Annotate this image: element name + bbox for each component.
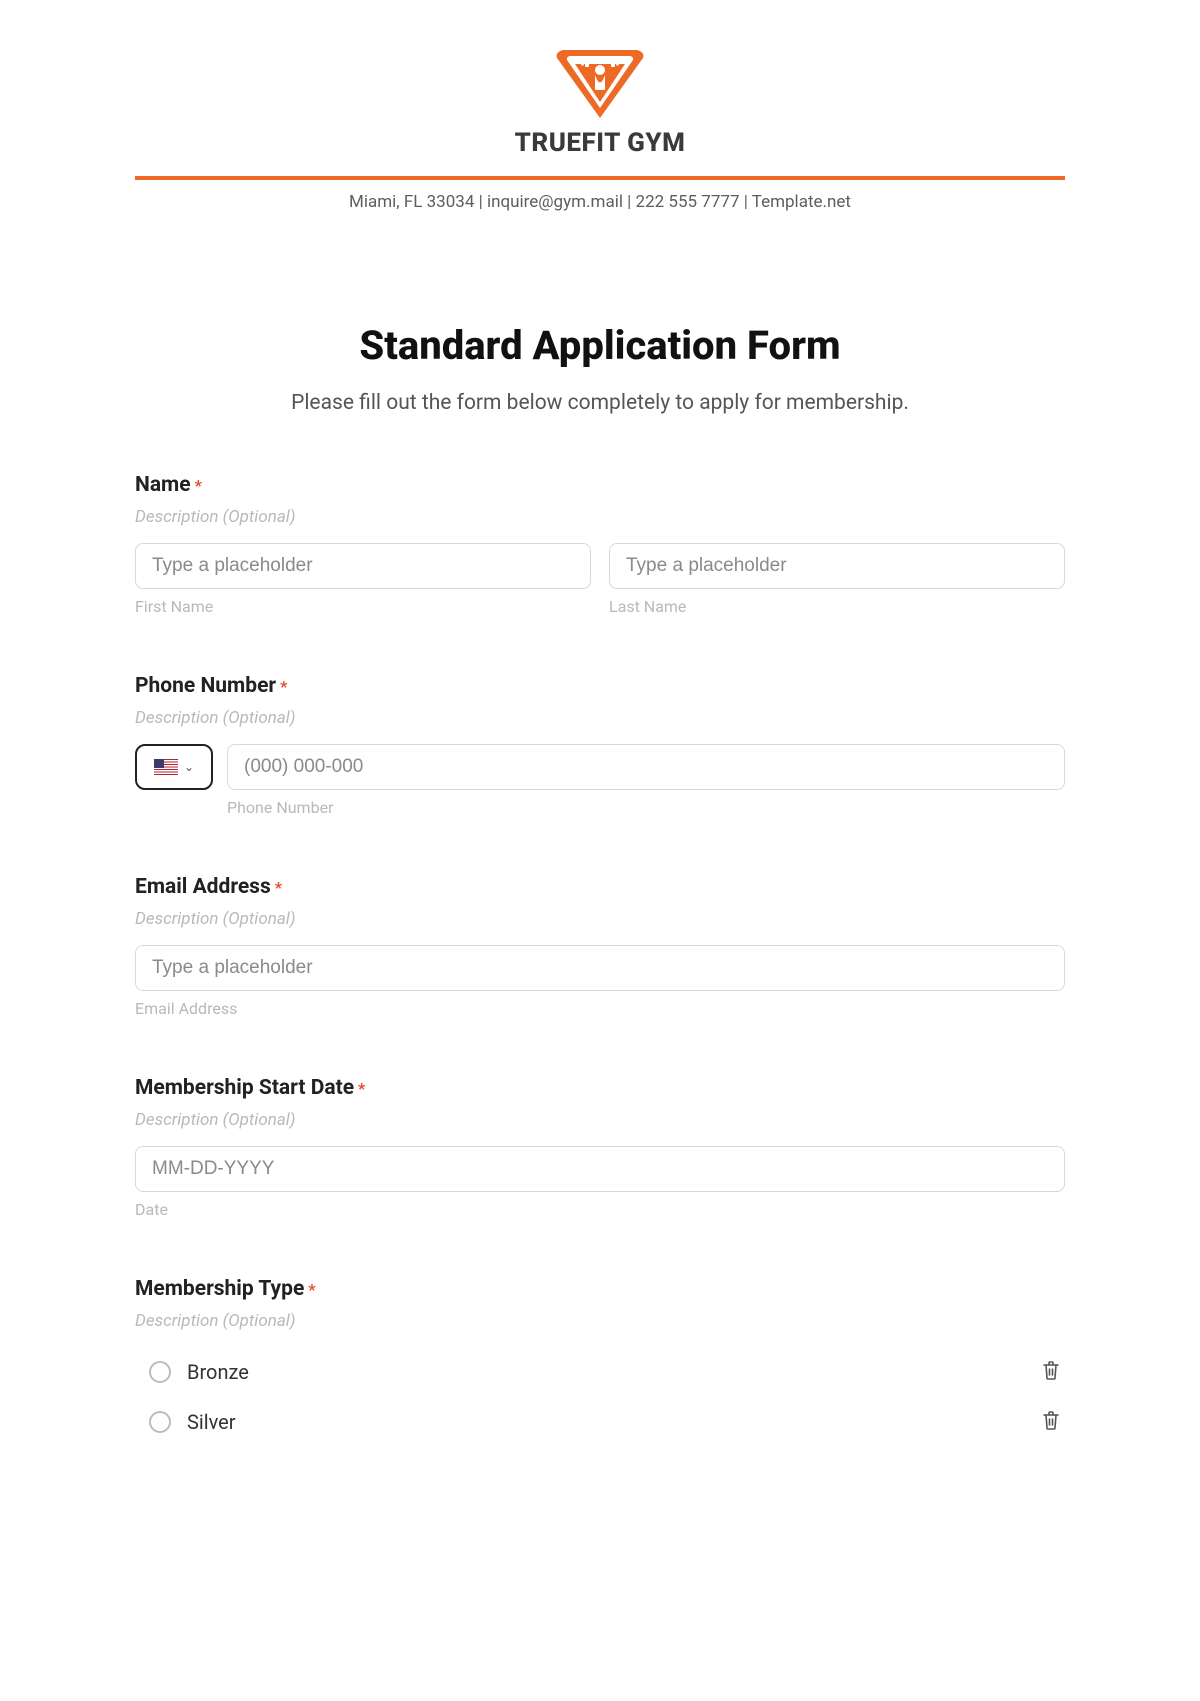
logo-block: TRUEFIT GYM	[135, 40, 1065, 158]
gym-logo-icon	[545, 40, 655, 120]
email-sublabel: Email Address	[135, 999, 1065, 1018]
start-label: Membership Start Date	[135, 1076, 354, 1100]
brand-name: TRUEFIT GYM	[135, 128, 1065, 158]
membership-desc[interactable]: Description (Optional)	[135, 1311, 1065, 1331]
required-mark: *	[280, 677, 287, 696]
delete-option-silver[interactable]	[1037, 1405, 1065, 1439]
phone-desc[interactable]: Description (Optional)	[135, 708, 1065, 728]
chevron-down-icon: ⌄	[184, 760, 194, 774]
email-input[interactable]	[135, 945, 1065, 991]
required-mark: *	[275, 878, 282, 897]
email-desc[interactable]: Description (Optional)	[135, 909, 1065, 929]
required-mark: *	[308, 1280, 315, 1299]
trash-icon	[1041, 1359, 1061, 1381]
required-mark: *	[358, 1079, 365, 1098]
country-select[interactable]: ⌄	[135, 744, 213, 790]
radio-silver[interactable]	[149, 1411, 171, 1433]
trash-icon	[1041, 1409, 1061, 1431]
field-name: Name * Description (Optional) First Name…	[135, 473, 1065, 616]
radio-bronze[interactable]	[149, 1361, 171, 1383]
membership-label: Membership Type	[135, 1277, 304, 1301]
last-name-sublabel: Last Name	[609, 597, 1065, 616]
start-sublabel: Date	[135, 1200, 1065, 1219]
field-start-date: Membership Start Date * Description (Opt…	[135, 1076, 1065, 1219]
radio-silver-label: Silver	[187, 1410, 236, 1434]
start-desc[interactable]: Description (Optional)	[135, 1110, 1065, 1130]
last-name-input[interactable]	[609, 543, 1065, 589]
radio-item-bronze: Bronze	[135, 1347, 1065, 1397]
radio-item-silver: Silver	[135, 1397, 1065, 1447]
first-name-sublabel: First Name	[135, 597, 591, 616]
phone-label: Phone Number	[135, 674, 276, 698]
page-title: Standard Application Form	[135, 322, 1065, 369]
phone-sublabel: Phone Number	[227, 798, 1065, 817]
name-label: Name	[135, 473, 191, 497]
field-phone: Phone Number * Description (Optional) ⌄ …	[135, 674, 1065, 817]
contact-line: Miami, FL 33034 | inquire@gym.mail | 222…	[135, 192, 1065, 212]
header-divider	[135, 176, 1065, 180]
delete-option-bronze[interactable]	[1037, 1355, 1065, 1389]
field-email: Email Address * Description (Optional) E…	[135, 875, 1065, 1018]
field-membership-type: Membership Type * Description (Optional)…	[135, 1277, 1065, 1447]
email-label: Email Address	[135, 875, 271, 899]
name-desc[interactable]: Description (Optional)	[135, 507, 1065, 527]
radio-bronze-label: Bronze	[187, 1360, 249, 1384]
us-flag-icon	[154, 759, 178, 775]
first-name-input[interactable]	[135, 543, 591, 589]
start-date-input[interactable]	[135, 1146, 1065, 1192]
page-subtitle: Please fill out the form below completel…	[135, 391, 1065, 415]
required-mark: *	[195, 476, 202, 495]
phone-input[interactable]	[227, 744, 1065, 790]
